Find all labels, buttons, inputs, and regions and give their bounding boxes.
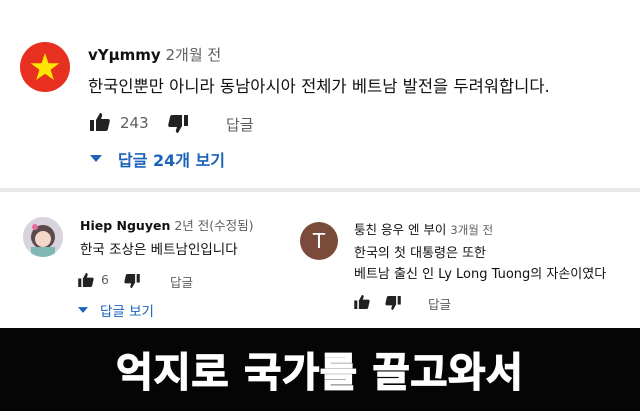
thumbs-down-icon[interactable] xyxy=(124,274,140,288)
person-icon xyxy=(23,217,63,257)
reply-button[interactable]: 답글 xyxy=(170,272,193,291)
comment-text-line-1: 한국의 첫 대통령은 또한 xyxy=(354,246,486,261)
comment-text: 한국 조상은 베트남인입니다 xyxy=(80,242,238,258)
comment-date[interactable]: 3개월 전 xyxy=(450,223,493,237)
view-replies-link[interactable]: 답글 보기 xyxy=(100,300,154,320)
comment-author[interactable]: vYµmmy xyxy=(88,46,161,64)
thumbs-up-icon[interactable] xyxy=(354,295,370,309)
like-count: 6 xyxy=(101,272,109,287)
reply-button[interactable]: 답글 xyxy=(428,294,451,313)
comment-author[interactable]: 퉁친 응우 엔 부이 xyxy=(354,222,446,237)
user-avatar[interactable]: T xyxy=(300,222,338,260)
view-replies-link[interactable]: 답글 24개 보기 xyxy=(118,147,225,171)
vietnam-flag-avatar[interactable] xyxy=(20,42,70,92)
thumbs-down-icon[interactable] xyxy=(168,115,188,133)
caption-text: 억지로 국가를 끌고와서 xyxy=(115,349,524,397)
comment-date[interactable]: 2개월 전 xyxy=(166,46,222,64)
star-icon xyxy=(30,53,60,80)
caret-down-icon[interactable] xyxy=(90,155,102,162)
thumbs-up-icon[interactable] xyxy=(90,113,110,131)
comment-header: Hiep Nguyen 2년 전(수정됨) xyxy=(80,215,254,234)
reply-button[interactable]: 답글 xyxy=(226,114,254,135)
comment-text-line-2: 베트남 출신 인 Ly Long Tuong의 자손이였다 xyxy=(354,267,607,282)
bottom-comments-panel xyxy=(0,192,640,328)
thumbs-down-icon[interactable] xyxy=(385,296,401,310)
like-count: 243 xyxy=(120,114,149,132)
user-avatar[interactable] xyxy=(23,217,63,257)
comment-header: 퉁친 응우 엔 부이 3개월 전 xyxy=(354,219,493,238)
comment-text: 한국인뿐만 아니라 동남아시아 전체가 베트남 발전을 두려워합니다. xyxy=(88,77,550,96)
caret-down-icon[interactable] xyxy=(78,307,88,313)
top-comment-header: vYµmmy 2개월 전 xyxy=(88,44,221,65)
comment-author[interactable]: Hiep Nguyen xyxy=(80,218,170,233)
thumbs-up-icon[interactable] xyxy=(78,273,94,287)
comment-date[interactable]: 2년 전(수정됨) xyxy=(174,218,253,233)
